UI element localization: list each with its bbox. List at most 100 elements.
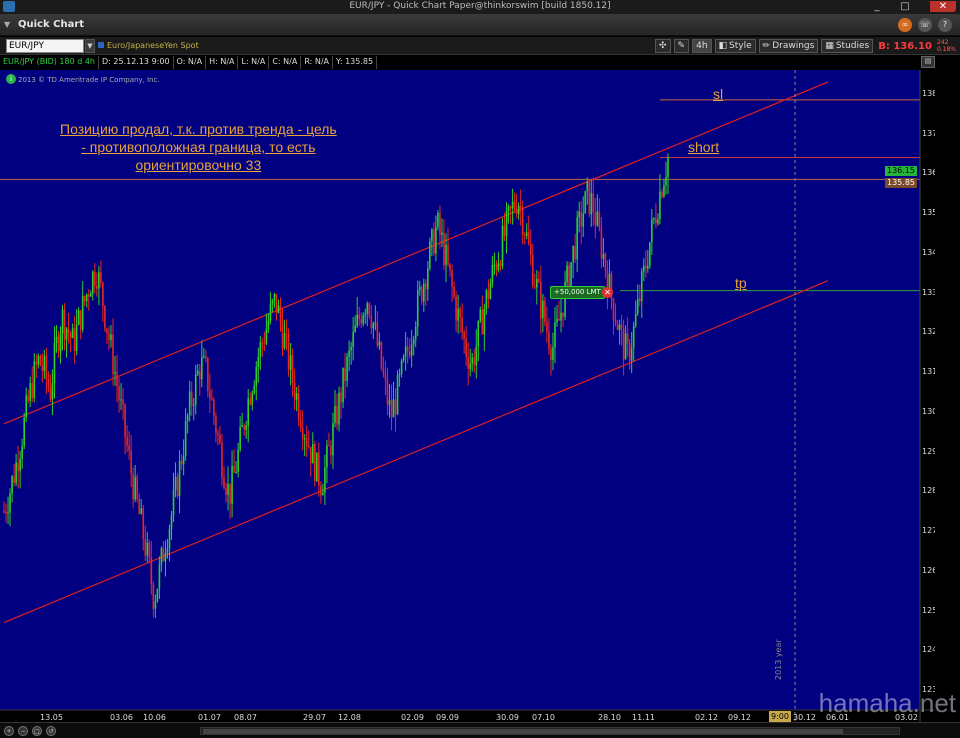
symbol-input[interactable] xyxy=(6,39,84,53)
candle-body xyxy=(96,285,98,289)
maximize-button[interactable]: □ xyxy=(898,1,912,12)
candle-body xyxy=(370,315,373,329)
candle-body xyxy=(665,177,667,186)
minimize-button[interactable]: _ xyxy=(870,1,884,12)
time-tick: 08.07 xyxy=(234,713,257,722)
candle-body xyxy=(241,425,243,427)
candle-body xyxy=(443,232,445,265)
cancel-order-icon[interactable]: ✕ xyxy=(602,287,613,298)
chart-menu-icon[interactable]: ▤ xyxy=(921,56,935,68)
limit-order-tag[interactable]: +50,000 LMT xyxy=(550,286,605,299)
link-icon[interactable]: ∞ xyxy=(898,18,912,32)
candle-body xyxy=(657,219,659,224)
crosshair-tool-button[interactable]: ✣ xyxy=(655,39,671,53)
candle-body xyxy=(110,334,112,341)
time-tick: 30.09 xyxy=(496,713,519,722)
candle-body xyxy=(170,515,173,529)
candle-body xyxy=(408,351,411,356)
candle-body xyxy=(124,404,126,437)
candle-body xyxy=(314,443,316,482)
candle-body xyxy=(600,227,603,259)
candle-body xyxy=(634,313,637,326)
annotation-comment: Позицию продал, т.к. против тренда - цел… xyxy=(60,121,337,173)
candle-body xyxy=(259,342,262,357)
candle-body xyxy=(521,208,524,235)
candle-body xyxy=(283,333,286,349)
candle-body xyxy=(540,282,542,319)
time-tick: 02.09 xyxy=(401,713,424,722)
candle-body xyxy=(257,356,260,367)
help-icon[interactable]: ? xyxy=(938,18,952,32)
candle-body xyxy=(445,244,447,265)
candle-body xyxy=(481,309,484,335)
candle-body xyxy=(229,483,231,504)
candle-body xyxy=(433,229,435,254)
candle-body xyxy=(374,322,377,324)
candle-body xyxy=(509,206,512,209)
candle-body xyxy=(13,476,15,484)
candle-body xyxy=(114,372,116,374)
candle-body xyxy=(416,290,419,327)
info-close: C: N/A xyxy=(269,56,302,69)
wrench-icon: ✎ xyxy=(677,41,686,51)
aggregation-button[interactable]: 4h xyxy=(692,39,712,53)
copyright-watermark: 2013 © TD Ameritrade IP Company, Inc. xyxy=(18,76,160,84)
drawings-button[interactable]: ✏ Drawings xyxy=(758,39,819,53)
zoom-in-icon[interactable]: + xyxy=(4,726,14,736)
phone-icon[interactable]: ☏ xyxy=(918,18,932,32)
time-tick: 09.09 xyxy=(436,713,459,722)
candle-body xyxy=(85,294,88,302)
candle-body xyxy=(479,309,482,321)
candle-body xyxy=(71,328,74,338)
scroll-thumb[interactable] xyxy=(203,729,843,734)
candle-body xyxy=(364,313,367,316)
candle-body xyxy=(505,210,508,237)
candle-body xyxy=(493,264,496,266)
candle-body xyxy=(400,360,403,374)
candle-body xyxy=(396,374,399,415)
collapse-icon[interactable]: ▼ xyxy=(4,20,14,30)
info-date: D: 25.12.13 9:00 xyxy=(99,56,174,69)
candle-body xyxy=(495,264,498,270)
symbol-description: Euro/JapaneseYen Spot xyxy=(107,41,199,50)
candle-body xyxy=(136,476,139,499)
candle-body xyxy=(566,265,568,283)
symbol-dropdown-icon[interactable]: ▼ xyxy=(85,39,95,53)
price-axis-panel xyxy=(935,70,960,720)
close-button[interactable]: ✕ xyxy=(930,1,956,12)
zoom-out-icon[interactable]: − xyxy=(18,726,28,736)
candle-body xyxy=(263,342,266,344)
candle-body xyxy=(41,365,44,371)
candle-body xyxy=(459,308,461,318)
candle-body xyxy=(152,584,155,609)
candle-body xyxy=(604,253,607,271)
candle-body xyxy=(39,355,42,366)
candle-body xyxy=(25,395,28,418)
info-icon[interactable]: i xyxy=(6,74,16,84)
time-tick: 12.08 xyxy=(338,713,361,722)
candle-body xyxy=(663,185,665,197)
candle-body xyxy=(265,328,268,344)
candle-body xyxy=(233,465,235,473)
candle-body xyxy=(87,294,90,297)
candle-body xyxy=(582,213,585,227)
candle-body xyxy=(471,357,474,364)
candle-body xyxy=(550,348,552,361)
candle-body xyxy=(618,324,621,331)
studies-button[interactable]: ▦ Studies xyxy=(821,39,874,53)
style-button[interactable]: ◧ Style xyxy=(714,39,756,53)
candle-body xyxy=(279,305,282,322)
fit-icon[interactable]: □ xyxy=(32,726,42,736)
candle-body xyxy=(21,446,23,459)
settings-tool-button[interactable]: ✎ xyxy=(673,39,690,53)
candle-body xyxy=(209,390,211,399)
candle-body xyxy=(35,361,38,365)
candle-body xyxy=(3,511,5,513)
reset-icon[interactable]: ↺ xyxy=(46,726,56,736)
candle-body xyxy=(491,265,494,284)
candle-body xyxy=(326,445,328,468)
candle-body xyxy=(439,213,441,235)
time-scrollbar[interactable] xyxy=(200,727,900,735)
candle-body xyxy=(447,244,449,264)
candle-body xyxy=(89,293,92,297)
